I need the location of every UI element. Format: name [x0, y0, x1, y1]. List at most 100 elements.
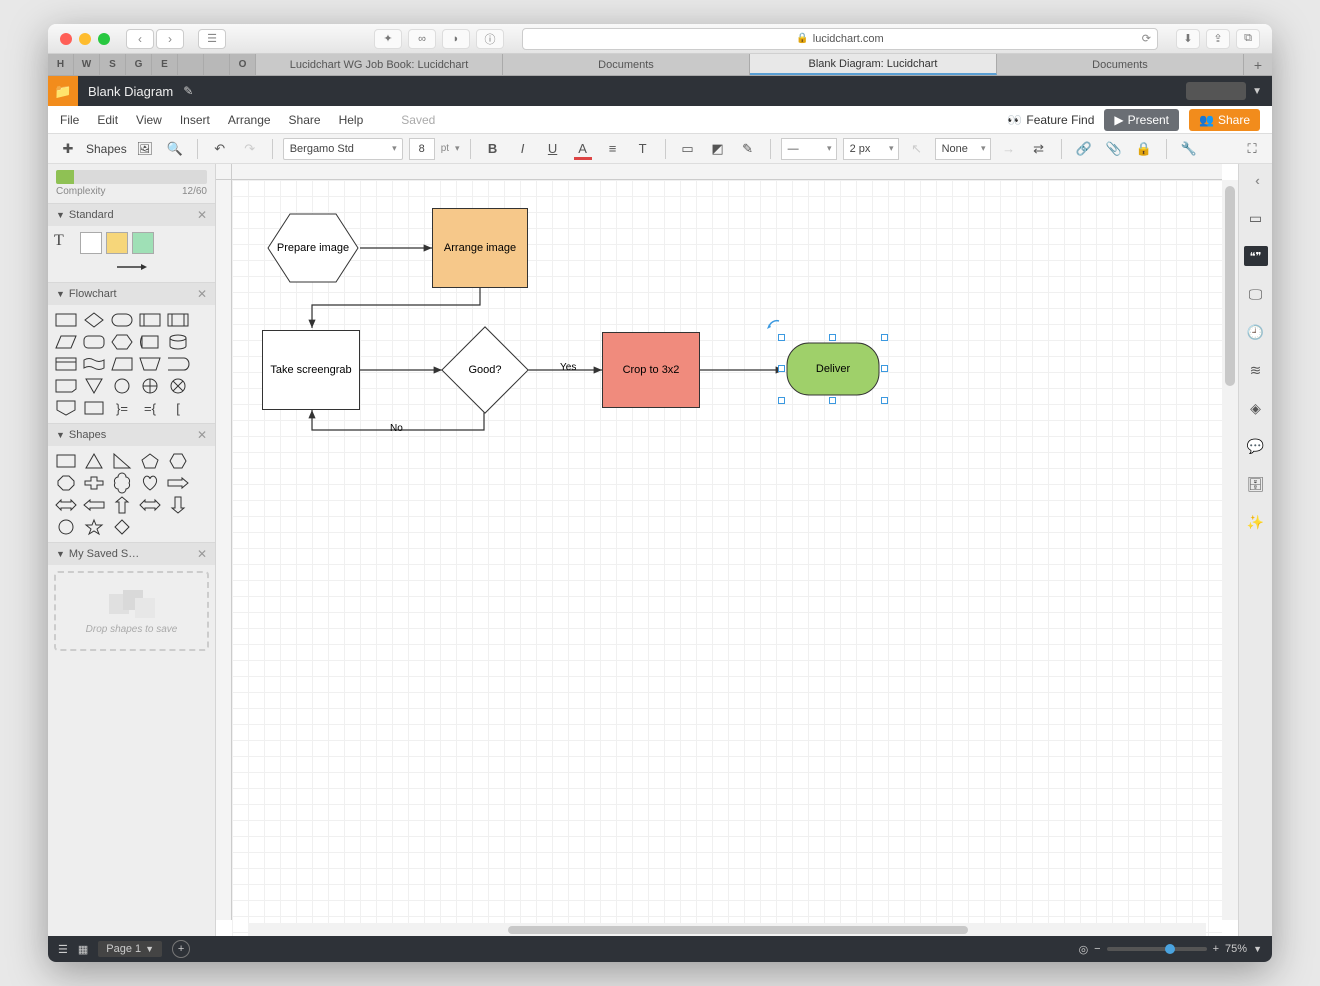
flowchart-shape[interactable] [166, 311, 190, 329]
back-button[interactable]: ‹ [126, 29, 154, 49]
flowchart-shape[interactable] [110, 333, 134, 351]
saved-shapes-dropzone[interactable]: Drop shapes to save [54, 571, 209, 651]
pinned-tab[interactable]: G [126, 54, 152, 75]
link-icon[interactable]: 🔗 [1072, 137, 1096, 161]
sidebar-toggle-button[interactable]: ☰ [198, 29, 226, 49]
pinned-tab-apple-icon[interactable] [178, 54, 204, 75]
basic-shape[interactable] [110, 518, 134, 536]
flowchart-shape[interactable] [54, 399, 78, 417]
layers-panel-icon[interactable]: ≋ [1246, 360, 1266, 380]
menu-arrange[interactable]: Arrange [228, 113, 271, 127]
lock-icon[interactable]: 🔒 [1132, 137, 1156, 161]
flowchart-shape[interactable] [166, 355, 190, 373]
home-folder-icon[interactable]: 📁 [48, 76, 78, 106]
minimize-window-icon[interactable] [79, 33, 91, 45]
close-section-icon[interactable]: ✕ [197, 547, 207, 561]
flowchart-shape[interactable] [110, 377, 134, 395]
section-flowchart-header[interactable]: ▼ Flowchart ✕ [48, 283, 215, 305]
basic-shape[interactable] [110, 452, 134, 470]
database-panel-icon[interactable]: 🗄 [1246, 474, 1266, 494]
extension-icon[interactable]: ✦ [374, 29, 402, 49]
fullscreen-icon[interactable]: ⛶ [1240, 137, 1264, 161]
traffic-lights[interactable] [60, 33, 110, 45]
flowchart-shape[interactable]: [ [166, 399, 190, 417]
node-take-screengrab[interactable]: Take screengrab [262, 330, 360, 410]
arrow-end-select[interactable]: None [935, 138, 991, 160]
flowchart-shape[interactable]: ={ [138, 399, 162, 417]
forward-button[interactable]: › [156, 29, 184, 49]
data-panel-icon[interactable]: ◈ [1246, 398, 1266, 418]
extension-icon[interactable]: ⓘ [476, 29, 504, 49]
browser-tab[interactable]: Lucidchart WG Job Book: Lucidchart [256, 54, 503, 75]
redo-icon[interactable]: ↷ [238, 137, 262, 161]
line-width-select[interactable]: 2 px [843, 138, 899, 160]
document-title[interactable]: Blank Diagram [78, 84, 183, 99]
text-shape[interactable]: T [54, 232, 76, 254]
node-good-decision[interactable]: Good? [442, 327, 528, 413]
basic-shape[interactable] [82, 452, 106, 470]
new-tab-button[interactable]: + [1244, 54, 1272, 75]
flowchart-shape[interactable] [82, 355, 106, 373]
flowchart-shape[interactable] [138, 333, 162, 351]
pinned-tab[interactable]: H [48, 54, 74, 75]
italic-icon[interactable]: I [511, 137, 535, 161]
basic-shape[interactable] [166, 474, 190, 492]
node-arrange-image[interactable]: Arrange image [432, 208, 528, 288]
attach-icon[interactable]: 📎 [1102, 137, 1126, 161]
menu-file[interactable]: File [60, 113, 79, 127]
presentation-panel-icon[interactable]: 🖵 [1246, 284, 1266, 304]
downloads-icon[interactable]: ⬇ [1176, 29, 1200, 49]
present-button[interactable]: ▶ Present [1104, 109, 1179, 131]
flowchart-shape[interactable] [138, 311, 162, 329]
node-deliver[interactable]: Deliver [786, 342, 880, 396]
menu-view[interactable]: View [136, 113, 162, 127]
collapse-rail-icon[interactable]: ‹‹ [1246, 170, 1266, 190]
flowchart-shape[interactable] [82, 311, 106, 329]
edit-title-icon[interactable]: ✎ [183, 84, 193, 98]
close-section-icon[interactable]: ✕ [197, 428, 207, 442]
rect-shape[interactable] [80, 232, 102, 254]
zoom-target-icon[interactable]: ◎ [1079, 943, 1089, 956]
node-prepare-image[interactable]: Prepare image [266, 212, 360, 284]
share-icon[interactable]: ⇪ [1206, 29, 1230, 49]
user-account-area[interactable] [1186, 82, 1246, 100]
account-menu-caret-icon[interactable]: ▼ [1252, 86, 1262, 97]
basic-shape[interactable] [82, 474, 106, 492]
zoom-window-icon[interactable] [98, 33, 110, 45]
flowchart-shape[interactable] [138, 377, 162, 395]
flowchart-shape[interactable] [54, 333, 78, 351]
flowchart-shape[interactable] [82, 377, 106, 395]
basic-shape[interactable] [54, 496, 78, 514]
basic-shape[interactable] [110, 496, 134, 514]
bold-icon[interactable]: B [481, 137, 505, 161]
flowchart-shape[interactable] [110, 311, 134, 329]
swap-ends-icon[interactable]: ⇄ [1027, 137, 1051, 161]
note-shape[interactable] [106, 232, 128, 254]
font-size-input[interactable]: 8 [409, 138, 435, 160]
extension-icon[interactable]: ∞ [408, 29, 436, 49]
block-shape[interactable] [132, 232, 154, 254]
line-style-select[interactable]: — [781, 138, 837, 160]
basic-shape[interactable] [54, 474, 78, 492]
flowchart-shape[interactable] [54, 377, 78, 395]
close-section-icon[interactable]: ✕ [197, 208, 207, 222]
page-selector[interactable]: Page 1 ▼ [98, 941, 162, 957]
pinned-tab[interactable]: S [100, 54, 126, 75]
flowchart-shape[interactable]: }= [110, 399, 134, 417]
basic-shape[interactable] [54, 452, 78, 470]
flowchart-shape[interactable] [138, 355, 162, 373]
pencil-tool-icon[interactable]: ✎ [736, 137, 760, 161]
pinned-tab[interactable]: E [152, 54, 178, 75]
node-crop[interactable]: Crop to 3x2 [602, 332, 700, 408]
zoom-in-button[interactable]: + [1213, 943, 1219, 955]
menu-edit[interactable]: Edit [97, 113, 118, 127]
pinned-tab[interactable]: O [230, 54, 256, 75]
section-shapes-header[interactable]: ▼ Shapes ✕ [48, 424, 215, 446]
browser-tab-active[interactable]: Blank Diagram: Lucidchart [750, 54, 997, 75]
font-size-caret-icon[interactable]: ▾ [455, 143, 460, 154]
basic-shape[interactable] [82, 518, 106, 536]
underline-icon[interactable]: U [541, 137, 565, 161]
magic-panel-icon[interactable]: ✨ [1246, 512, 1266, 532]
browser-tab[interactable]: Documents [503, 54, 750, 75]
basic-shape[interactable] [166, 496, 190, 514]
